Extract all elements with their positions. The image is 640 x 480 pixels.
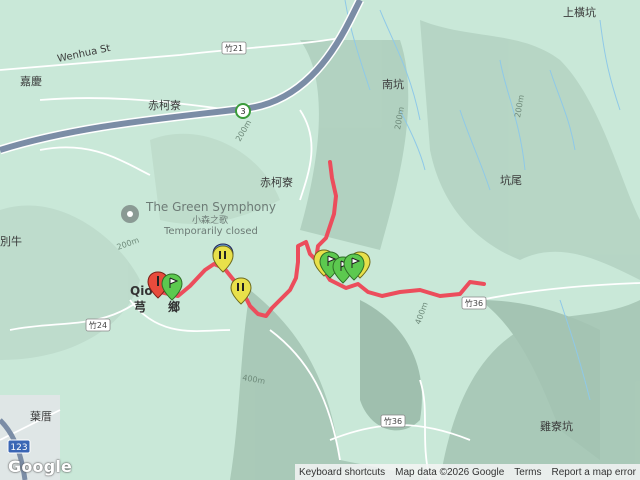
google-logo: Google: [8, 457, 73, 476]
shield-route-3: 3: [235, 103, 251, 119]
svg-text:竹24: 竹24: [89, 320, 107, 330]
label-nankeng: 南坑: [382, 77, 404, 91]
keyboard-shortcuts-link[interactable]: Keyboard shortcuts: [299, 467, 385, 478]
report-map-error-link[interactable]: Report a map error: [552, 467, 636, 478]
svg-text:小森之歌: 小森之歌: [192, 214, 228, 226]
label-kengwei: 坑尾: [500, 173, 522, 187]
shield-zhu36-east: 竹36: [461, 296, 487, 310]
label-yeliao: 葉厝: [30, 409, 52, 423]
map-data-text: Map data ©2026 Google: [395, 466, 505, 478]
label-jiliaokeng: 雞寮坑: [540, 419, 573, 433]
svg-text:3: 3: [240, 107, 245, 116]
terms-link[interactable]: Terms: [514, 467, 541, 478]
svg-text:竹21: 竹21: [225, 43, 243, 53]
shield-zhu24: 竹24: [85, 318, 111, 332]
svg-text:Temporarily closed: Temporarily closed: [163, 226, 258, 237]
label-chikeliao-1: 赤柯寮: [148, 98, 181, 112]
shield-zhu21: 竹21: [221, 41, 247, 55]
shield-123: 123: [7, 439, 31, 454]
map-canvas[interactable]: Wenhua St 嘉慶 赤柯寮 赤柯寮 南坑 上橫坑 坑尾 別牛 雞寮坑 葉厝…: [0, 0, 640, 480]
map-attribution-bar: Keyboard shortcuts Map data ©2026 Google…: [294, 464, 640, 480]
label-chikeliao-2: 赤柯寮: [260, 175, 293, 189]
label-jiaqing: 嘉慶: [20, 74, 42, 88]
svg-text:竹36: 竹36: [384, 416, 402, 426]
label-bieniu: 別牛: [0, 234, 22, 248]
svg-text:123: 123: [10, 443, 27, 453]
svg-text:竹36: 竹36: [465, 298, 483, 308]
label-qiong-suffix: 鄉: [168, 299, 180, 314]
shield-zhu36-south: 竹36: [380, 414, 406, 428]
label-qiong-cn: 芎: [134, 299, 146, 314]
label-shanghengkeng: 上橫坑: [563, 5, 596, 19]
svg-text:The Green Symphony: The Green Symphony: [145, 200, 276, 214]
